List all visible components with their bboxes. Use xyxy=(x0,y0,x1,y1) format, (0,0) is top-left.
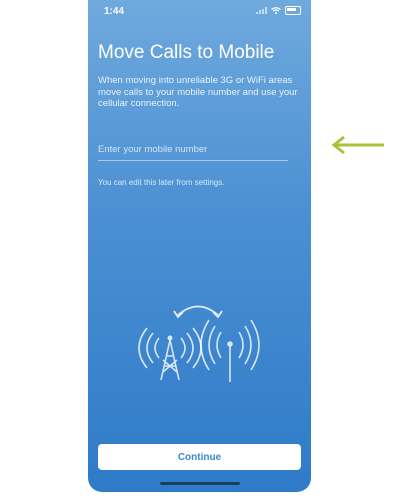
page-description: When moving into unreliable 3G or WiFi a… xyxy=(98,75,298,109)
battery-icon xyxy=(285,6,301,15)
antenna-icon xyxy=(200,319,260,382)
continue-button[interactable]: Continue xyxy=(98,444,301,470)
mobile-number-input[interactable] xyxy=(98,138,288,161)
status-time: 1:44 xyxy=(104,6,125,17)
status-icons xyxy=(256,6,301,15)
page-title: Move Calls to Mobile xyxy=(98,42,275,63)
status-bar: 1:44 xyxy=(88,0,311,22)
phone-screen: 1:44 Move Calls to Mobile When moving in… xyxy=(88,0,311,492)
cell-tower-icon xyxy=(138,327,202,381)
arrow-left-icon xyxy=(331,135,384,155)
home-indicator xyxy=(160,482,240,485)
tower-illustration xyxy=(138,305,260,382)
signal-icon xyxy=(256,7,267,14)
swap-arrows-icon xyxy=(173,305,223,319)
wifi-icon xyxy=(271,7,281,14)
helper-text: You can edit this later from settings. xyxy=(98,178,225,187)
